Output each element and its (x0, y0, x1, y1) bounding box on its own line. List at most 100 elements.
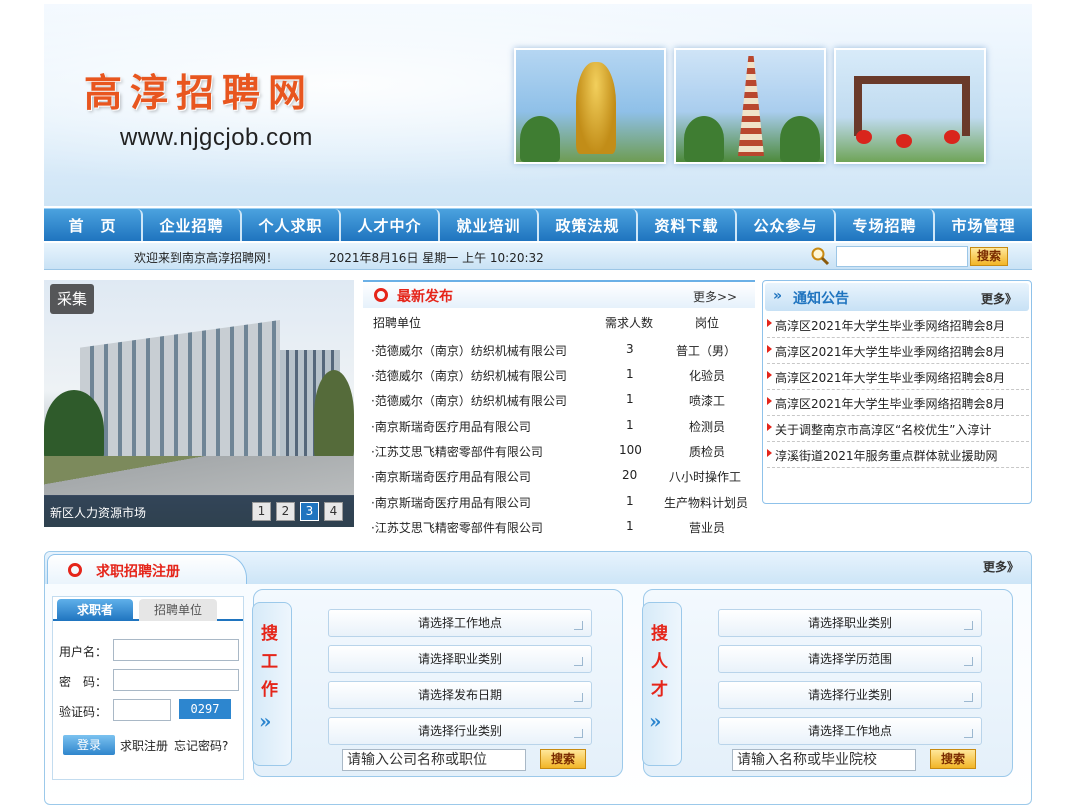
site-logo-title[interactable]: 高淳招聘网 (84, 62, 314, 117)
banner-photo-statue (514, 48, 666, 164)
job-company[interactable]: ·南京斯瑞奇医疗用品有限公司 (371, 418, 531, 435)
col-header-count: 需求人数 (605, 316, 654, 330)
job-position[interactable]: 质检员 (689, 443, 725, 460)
password-field[interactable] (113, 669, 239, 691)
job-count: 3 (626, 342, 634, 356)
slideshow[interactable]: 采集 新区人力资源市场 1 2 3 4 (44, 280, 354, 527)
site-search-button[interactable]: 搜索 (970, 247, 1008, 266)
register-header: 求职招聘注册 更多》 (45, 552, 1031, 584)
arrow-right-icon (767, 423, 772, 431)
slide-page-3[interactable]: 3 (300, 502, 319, 521)
talent-industry-select[interactable]: 请选择行业类别 (718, 681, 982, 709)
job-row[interactable]: ·江苏艾思飞精密零部件有限公司 1 营业员 (363, 513, 755, 538)
statue-shape (576, 62, 616, 154)
double-chevron-icon: » (773, 288, 783, 304)
job-company[interactable]: ·江苏艾思飞精密零部件有限公司 (371, 443, 543, 460)
login-button[interactable]: 登录 (63, 735, 115, 755)
nav-item-job-seeking[interactable]: 个人求职 (242, 209, 341, 241)
forgot-password-link[interactable]: 忘记密码? (174, 737, 228, 754)
job-location-select[interactable]: 请选择工作地点 (328, 609, 592, 637)
pagoda-shape (738, 56, 764, 156)
nav-item-policy[interactable]: 政策法规 (539, 209, 638, 241)
tree-shape (520, 116, 560, 162)
register-link[interactable]: 求职注册 (120, 737, 168, 754)
talent-category-select[interactable]: 请选择职业类别 (718, 609, 982, 637)
latest-jobs-title: 最新发布 (397, 289, 453, 305)
job-position[interactable]: 普工（男） (676, 342, 736, 359)
job-position[interactable]: 检测员 (689, 418, 725, 435)
site-banner: 高淳招聘网 www.njgcjob.com (44, 4, 1032, 206)
talent-search-button[interactable]: 搜索 (930, 749, 976, 769)
job-position[interactable]: 营业员 (689, 519, 725, 536)
job-company[interactable]: ·范德威尔（南京）纺织机械有限公司 (371, 392, 567, 409)
notice-item-text[interactable]: 高淳区2021年大学生毕业季网络招聘会8月 (775, 395, 1005, 412)
arrow-right-icon (767, 371, 772, 379)
nav-item-special-fair[interactable]: 专场招聘 (836, 209, 935, 241)
double-chevron-icon: » (649, 709, 662, 733)
arrow-right-icon (767, 449, 772, 457)
slide-page-2[interactable]: 2 (276, 502, 295, 521)
job-position[interactable]: 化验员 (689, 367, 725, 384)
job-company[interactable]: ·南京斯瑞奇医疗用品有限公司 (371, 468, 531, 485)
nav-item-downloads[interactable]: 资料下载 (638, 209, 737, 241)
job-company[interactable]: ·范德威尔（南京）纺织机械有限公司 (371, 342, 567, 359)
lantern-shape (856, 130, 872, 144)
captcha-image[interactable]: 0297 (179, 699, 231, 719)
slide-caption[interactable]: 新区人力资源市场 (50, 504, 146, 521)
talent-location-select[interactable]: 请选择工作地点 (718, 717, 982, 745)
job-row[interactable]: ·江苏艾思飞精密零部件有限公司 100 质检员 (363, 437, 755, 462)
notice-item[interactable]: 高淳区2021年大学生毕业季网络招聘会8月 (767, 338, 1029, 364)
slide-page-1[interactable]: 1 (252, 502, 271, 521)
talent-education-select[interactable]: 请选择学历范围 (718, 645, 982, 673)
captcha-field[interactable] (113, 699, 171, 721)
slide-page-4[interactable]: 4 (324, 502, 343, 521)
job-position[interactable]: 八小时操作工 (669, 468, 741, 485)
nav-item-talent-agency[interactable]: 人才中介 (341, 209, 440, 241)
job-position[interactable]: 喷漆工 (689, 392, 725, 409)
tab-jobseeker[interactable]: 求职者 (57, 599, 133, 621)
banner-photo-pagoda (674, 48, 826, 164)
notice-item[interactable]: 高淳区2021年大学生毕业季网络招聘会8月 (767, 312, 1029, 338)
notice-item[interactable]: 淳溪街道2021年服务重点群体就业援助网 (767, 442, 1029, 468)
tab-employer[interactable]: 招聘单位 (139, 599, 217, 621)
job-row[interactable]: ·南京斯瑞奇医疗用品有限公司 1 检测员 (363, 412, 755, 437)
nav-item-employer-recruit[interactable]: 企业招聘 (143, 209, 242, 241)
job-company[interactable]: ·范德威尔（南京）纺织机械有限公司 (371, 367, 567, 384)
username-field[interactable] (113, 639, 239, 661)
job-row[interactable]: ·范德威尔（南京）纺织机械有限公司 1 化验员 (363, 361, 755, 386)
nav-item-public[interactable]: 公众参与 (737, 209, 836, 241)
nav-item-market-admin[interactable]: 市场管理 (935, 209, 1032, 241)
latest-more-link[interactable]: 更多>> (693, 288, 737, 305)
talent-keyword-input[interactable]: 请输入名称或毕业院校 (732, 749, 916, 771)
notice-panel: » 通知公告 更多》 高淳区2021年大学生毕业季网络招聘会8月 高淳区2021… (762, 280, 1032, 504)
nav-item-home[interactable]: 首 页 (44, 209, 143, 241)
notice-item-text[interactable]: 关于调整南京市高淳区“名校优生”入淳计 (775, 421, 991, 438)
job-date-select[interactable]: 请选择发布日期 (328, 681, 592, 709)
notice-item-text[interactable]: 高淳区2021年大学生毕业季网络招聘会8月 (775, 343, 1005, 360)
notice-item[interactable]: 高淳区2021年大学生毕业季网络招聘会8月 (767, 390, 1029, 416)
job-row[interactable]: ·南京斯瑞奇医疗用品有限公司 20 八小时操作工 (363, 462, 755, 487)
register-title: 求职招聘注册 (96, 564, 180, 580)
job-company[interactable]: ·南京斯瑞奇医疗用品有限公司 (371, 494, 531, 511)
job-row[interactable]: ·范德威尔（南京）纺织机械有限公司 1 喷漆工 (363, 386, 755, 411)
arrow-right-icon (767, 345, 772, 353)
notice-more-link[interactable]: 更多》 (981, 290, 1017, 307)
nav-item-training[interactable]: 就业培训 (440, 209, 539, 241)
job-company[interactable]: ·江苏艾思飞精密零部件有限公司 (371, 519, 543, 536)
notice-item[interactable]: 高淳区2021年大学生毕业季网络招聘会8月 (767, 364, 1029, 390)
site-search-input[interactable] (836, 246, 968, 267)
register-section: 求职招聘注册 更多》 求职者 招聘单位 用户名： 密 码： 验证码： 0297 … (44, 551, 1032, 805)
register-more-link[interactable]: 更多》 (983, 558, 1019, 575)
notice-item-text[interactable]: 高淳区2021年大学生毕业季网络招聘会8月 (775, 317, 1005, 334)
job-industry-select[interactable]: 请选择行业类别 (328, 717, 592, 745)
notice-item-text[interactable]: 高淳区2021年大学生毕业季网络招聘会8月 (775, 369, 1005, 386)
notice-item[interactable]: 关于调整南京市高淳区“名校优生”入淳计 (767, 416, 1029, 442)
notice-item-text[interactable]: 淳溪街道2021年服务重点群体就业援助网 (775, 447, 998, 464)
job-row[interactable]: ·范德威尔（南京）纺织机械有限公司 3 普工（男） (363, 336, 755, 361)
job-search-button[interactable]: 搜索 (540, 749, 586, 769)
lantern-shape (944, 130, 960, 144)
job-position[interactable]: 生产物料计划员 (664, 494, 748, 511)
job-keyword-input[interactable]: 请输入公司名称或职位 (342, 749, 526, 771)
job-row[interactable]: ·南京斯瑞奇医疗用品有限公司 1 生产物料计划员 (363, 488, 755, 513)
job-category-select[interactable]: 请选择职业类别 (328, 645, 592, 673)
